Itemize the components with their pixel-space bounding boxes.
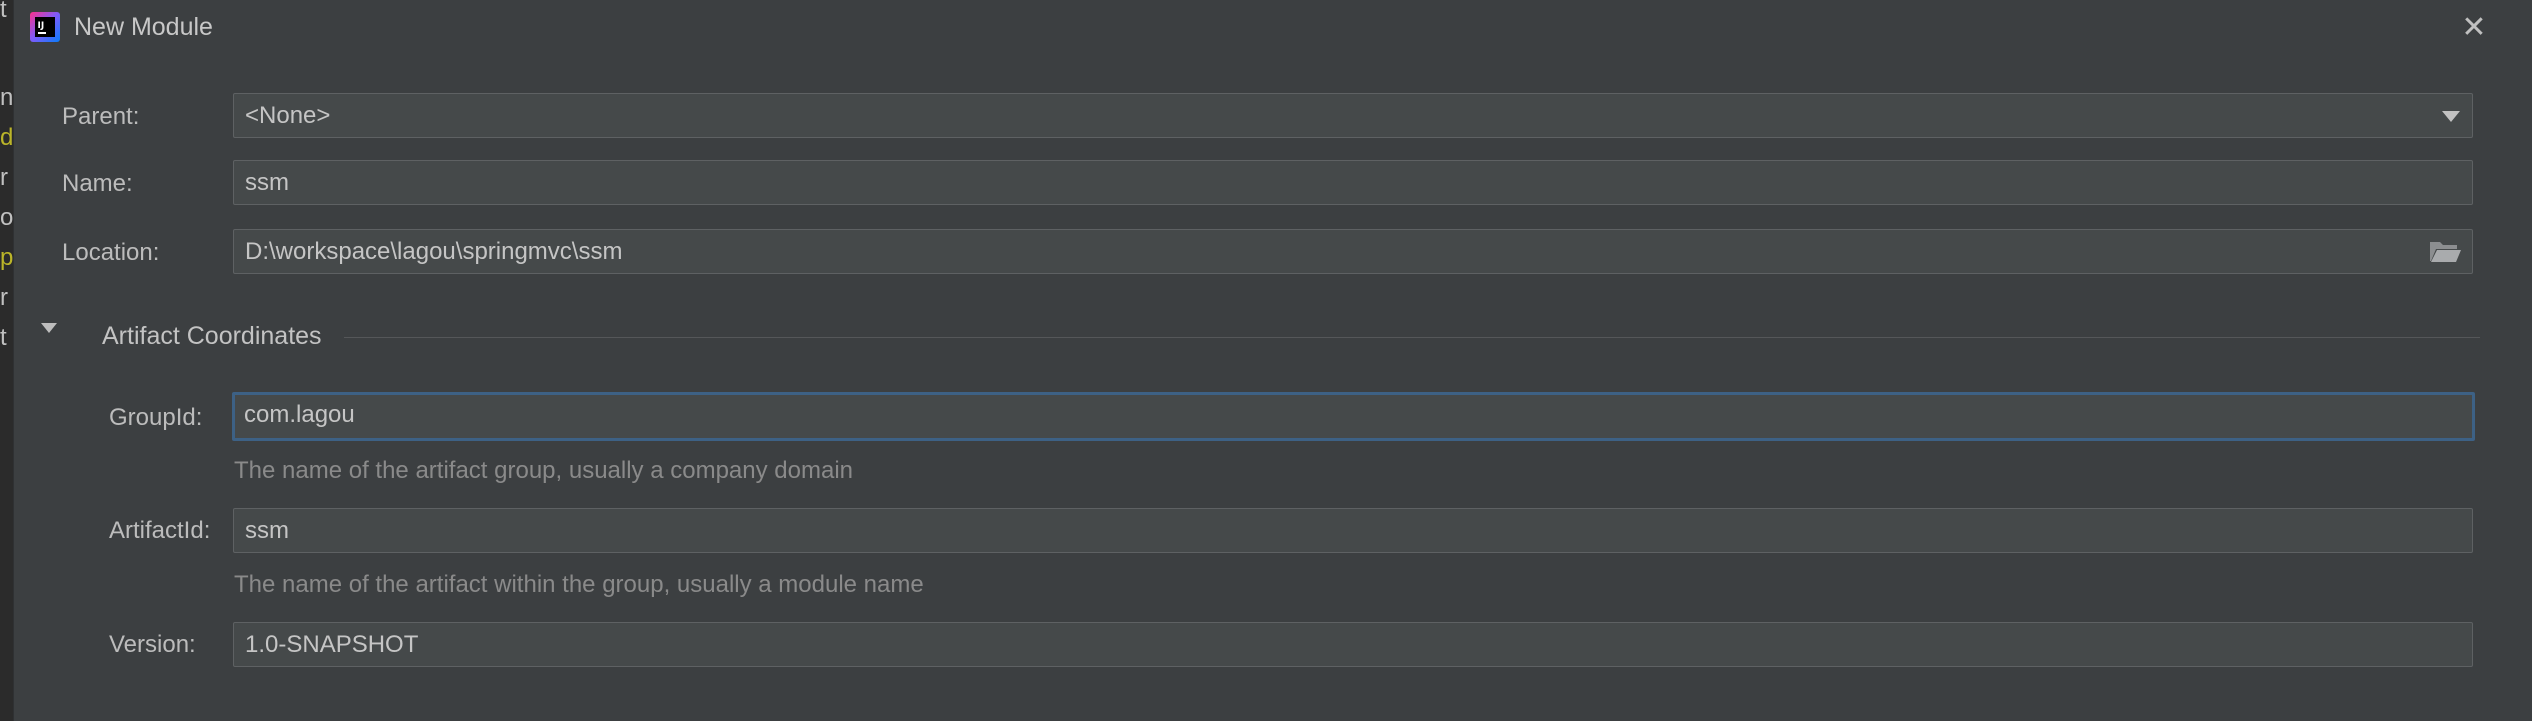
ide-fragment: d xyxy=(0,124,14,151)
artifactid-label: ArtifactId: xyxy=(109,517,211,544)
location-field[interactable]: D:\workspace\lagou\springmvc\ssm xyxy=(233,229,2473,274)
parent-label: Parent: xyxy=(62,103,140,130)
version-label: Version: xyxy=(109,631,196,658)
artifact-coordinates-title[interactable]: Artifact Coordinates xyxy=(102,322,322,351)
groupid-label: GroupId: xyxy=(109,404,203,431)
artifactid-field-value: ssm xyxy=(245,517,289,544)
svg-text:IJ: IJ xyxy=(38,21,45,31)
ide-fragment: n xyxy=(0,84,14,111)
ide-background-strip: t n d r o p r t xyxy=(0,0,14,721)
artifactid-field[interactable]: ssm xyxy=(233,508,2473,553)
location-label: Location: xyxy=(62,239,160,266)
version-field-value: 1.0-SNAPSHOT xyxy=(245,631,419,658)
ide-fragment: t xyxy=(0,0,7,23)
groupid-field-value: com.lagou xyxy=(244,401,355,428)
ide-fragment: t xyxy=(0,324,7,351)
folder-icon[interactable] xyxy=(2428,238,2462,265)
groupid-hint: The name of the artifact group, usually … xyxy=(234,457,854,484)
version-field[interactable]: 1.0-SNAPSHOT xyxy=(233,622,2473,667)
section-divider xyxy=(344,337,2480,338)
ide-fragment: r xyxy=(0,164,8,191)
location-field-value: D:\workspace\lagou\springmvc\ssm xyxy=(245,238,623,265)
parent-select-value: <None> xyxy=(245,102,331,129)
intellij-idea-icon: IJ xyxy=(30,12,60,42)
new-module-dialog: IJ New Module ✕ Parent: <None> Name: ssm… xyxy=(13,0,2532,721)
chevron-down-icon[interactable] xyxy=(2442,111,2460,122)
dialog-titlebar[interactable]: IJ New Module ✕ xyxy=(14,0,2532,56)
groupid-field[interactable]: com.lagou xyxy=(232,392,2475,441)
expand-triangle-icon[interactable] xyxy=(41,323,57,333)
artifactid-hint: The name of the artifact within the grou… xyxy=(234,571,924,598)
name-label: Name: xyxy=(62,170,133,197)
ide-fragment: p xyxy=(0,244,14,271)
name-field-value: ssm xyxy=(245,169,289,196)
ide-fragment: r xyxy=(0,284,8,311)
dialog-title: New Module xyxy=(74,13,213,41)
ide-fragment: o xyxy=(0,204,14,231)
close-icon[interactable]: ✕ xyxy=(2454,8,2494,48)
parent-select[interactable]: <None> xyxy=(233,93,2473,138)
name-field[interactable]: ssm xyxy=(233,160,2473,205)
